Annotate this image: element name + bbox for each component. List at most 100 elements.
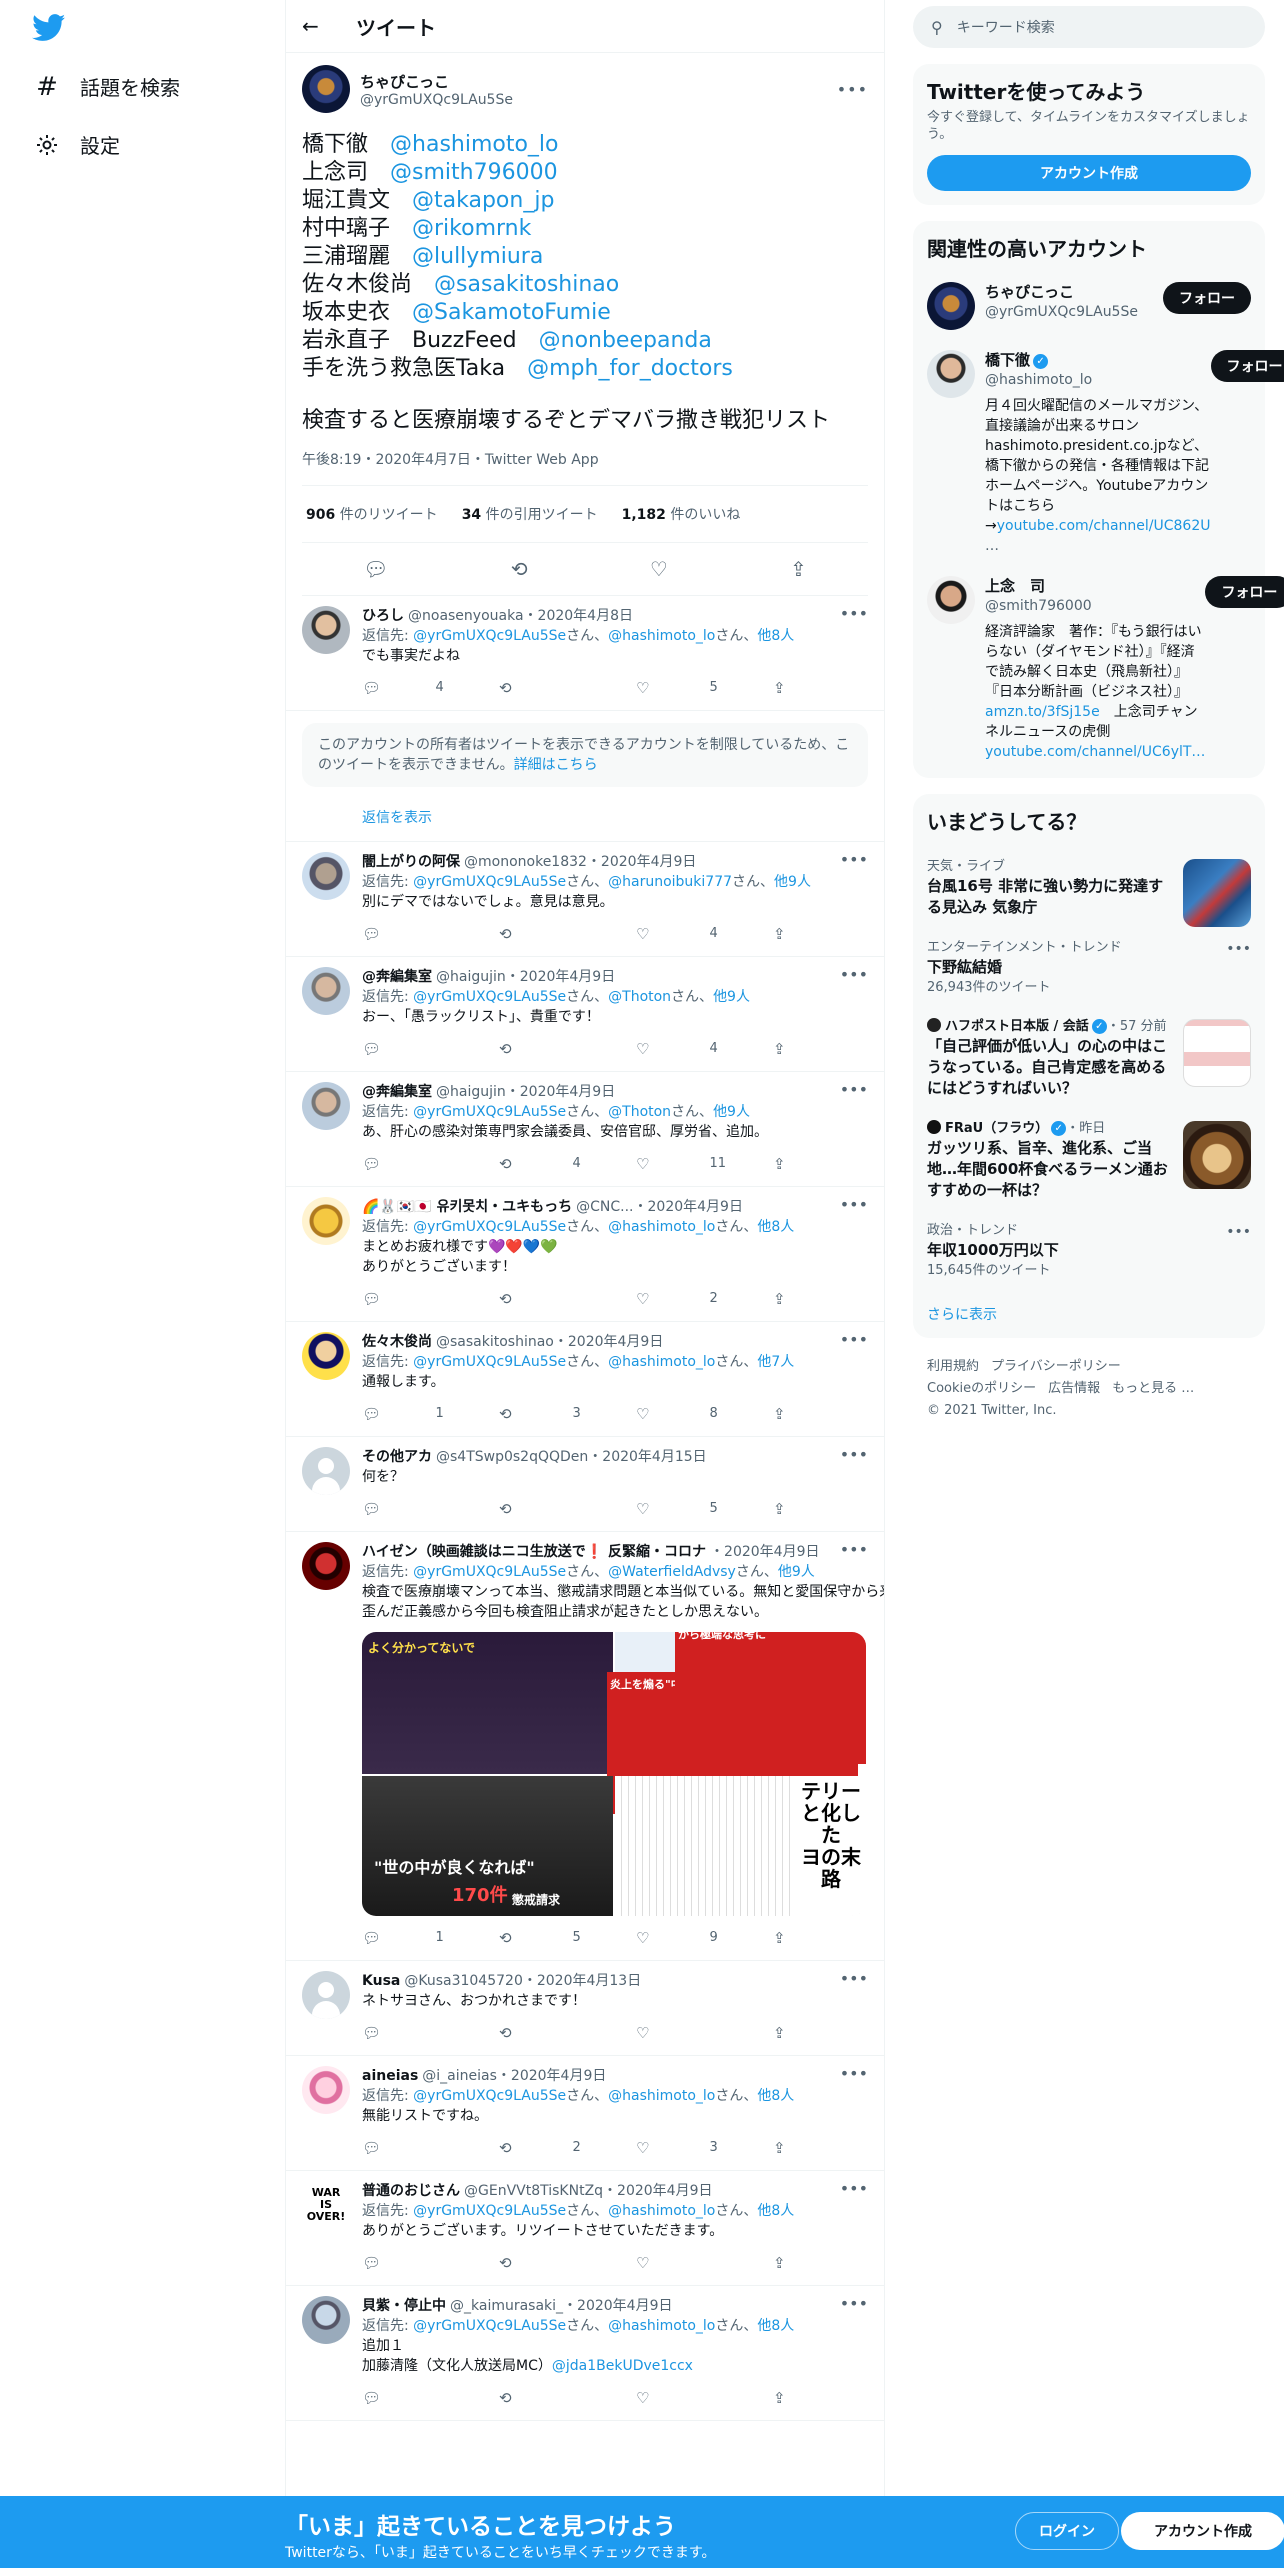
retweet-button[interactable]: ⟲: [499, 678, 636, 698]
retweet-icon[interactable]: ⟲: [511, 557, 528, 581]
others-link[interactable]: 他7人: [757, 1354, 794, 1370]
reply-author-name[interactable]: @奔編集室: [362, 967, 432, 987]
mention-link[interactable]: @yrGmUXQc9LAu5Se: [413, 1354, 566, 1370]
show-replies-link[interactable]: 返信を表示: [286, 799, 884, 842]
mention-link[interactable]: @yrGmUXQc9LAu5Se: [413, 628, 566, 644]
like-button[interactable]: ♡ 5: [636, 1499, 773, 1519]
back-arrow-icon[interactable]: ←: [302, 14, 332, 38]
trend-item[interactable]: エンターテインメント・トレンド 下野紘結婚 26,943件のツイート •••: [913, 928, 1265, 1007]
mention-link[interactable]: @smith796000: [390, 160, 558, 185]
like-button[interactable]: ♡ 4: [636, 924, 773, 944]
bio-link[interactable]: amzn.to/3fSj15e: [985, 704, 1100, 720]
reply-author-handle[interactable]: @noasenyouaka: [408, 606, 524, 626]
more-options-icon[interactable]: •••: [1226, 1223, 1251, 1242]
mention-link[interactable]: @mph_for_doctors: [527, 356, 733, 381]
avatar[interactable]: [302, 852, 350, 900]
reply-author-handle[interactable]: @_kaimurasaki_: [450, 2296, 563, 2316]
reply-tweet[interactable]: 闇上がりの阿保 @mononoke1832 ・2020年4月9日 返信先: @yrGm…: [286, 842, 884, 957]
related-account[interactable]: 橋下徹 ✓ @hashimoto_lo 月４回火曜配信のメールマガジン、直接議論が…: [913, 342, 1284, 568]
more-options-icon[interactable]: •••: [840, 2294, 868, 2313]
mention-link[interactable]: @yrGmUXQc9LAu5Se: [413, 989, 566, 1005]
reply-button[interactable]: 💬︎ 1: [362, 1928, 499, 1948]
reply-button[interactable]: 💬︎: [362, 1154, 499, 1174]
retweet-button[interactable]: ⟲ 4: [499, 1154, 636, 1174]
avatar[interactable]: [302, 1542, 350, 1590]
learn-more-link[interactable]: 詳細はこちら: [514, 757, 598, 773]
reply-date[interactable]: ・2020年4月9日: [497, 2066, 606, 2086]
avatar[interactable]: [302, 606, 350, 654]
avatar[interactable]: WAR IS OVER!: [302, 2181, 350, 2229]
reply-author-handle[interactable]: @mononoke1832: [464, 852, 587, 872]
more-options-icon[interactable]: •••: [840, 2064, 868, 2083]
mention-link[interactable]: @rikomrnk: [412, 216, 531, 241]
more-options-icon[interactable]: •••: [840, 965, 868, 984]
share-button[interactable]: ⇪: [773, 1928, 884, 1948]
mention-link[interactable]: @yrGmUXQc9LAu5Se: [413, 874, 566, 890]
share-button[interactable]: ⇪: [773, 678, 884, 698]
reply-date[interactable]: ・2020年4月9日: [563, 2296, 672, 2316]
avatar[interactable]: [927, 282, 975, 330]
reply-author-handle[interactable]: @GEnVVt8TisKNtZq: [464, 2181, 603, 2201]
like-count[interactable]: 1,182 件のいいね: [622, 504, 741, 524]
reply-tweet[interactable]: その他アカ @s4TSwp0s2qQQDen ・2020年4月15日 何を？ 💬︎ ⟲ ♡ 5…: [286, 1437, 884, 1532]
like-button[interactable]: ♡ 2: [636, 1289, 773, 1309]
reply-button[interactable]: 💬︎: [362, 1039, 499, 1059]
reply-author-name[interactable]: aineias: [362, 2066, 418, 2086]
reply-tweet[interactable]: WAR IS OVER! 普通のおじさん @GEnVVt8TisKNtZq ・2020年4…: [286, 2171, 884, 2286]
tweet-timestamp[interactable]: 午後8:19・2020年4月7日・Twitter Web App: [302, 449, 868, 486]
reply-tweet[interactable]: Kusa @Kusa31045720 ・2020年4月13日 ネトサヨさん、おつかれさ…: [286, 1961, 884, 2056]
reply-date[interactable]: ・2020年4月8日: [524, 606, 633, 626]
bio-link[interactable]: youtube.com/channel/UC6ylT…: [985, 744, 1205, 760]
avatar[interactable]: [302, 1197, 350, 1245]
reply-date[interactable]: ・2020年4月9日: [506, 1082, 615, 1102]
share-button[interactable]: ⇪: [773, 2138, 884, 2158]
avatar[interactable]: [302, 2296, 350, 2344]
reply-button[interactable]: 💬︎: [362, 1499, 499, 1519]
mention-link[interactable]: @lullymiura: [412, 244, 543, 269]
reply-date[interactable]: ・2020年4月9日: [710, 1542, 819, 1562]
reply-button[interactable]: 💬︎: [362, 924, 499, 944]
retweet-button[interactable]: ⟲: [499, 1499, 636, 1519]
mention-link[interactable]: @harunoibuki777: [608, 874, 732, 890]
reply-button[interactable]: 💬︎ 1: [362, 1404, 499, 1424]
more-options-icon[interactable]: •••: [840, 1080, 868, 1099]
avatar[interactable]: [927, 350, 975, 398]
twitter-logo-icon[interactable]: [32, 14, 66, 42]
reply-date[interactable]: ・2020年4月15日: [588, 1447, 706, 1467]
related-account[interactable]: ちゃぴこっこ @yrGmUXQc9LAu5Se フォロー: [913, 274, 1265, 342]
media-image[interactable]: テリーと化した ヨの末路: [615, 1776, 866, 1916]
retweet-button[interactable]: ⟲: [499, 2388, 636, 2408]
create-account-button[interactable]: アカウント作成: [927, 155, 1251, 191]
retweet-button[interactable]: ⟲: [499, 1039, 636, 1059]
others-link[interactable]: 他8人: [757, 628, 794, 644]
mention-link[interactable]: @WaterfieldAdvsy: [608, 1564, 736, 1580]
share-button[interactable]: ⇪: [773, 924, 884, 944]
reply-author-handle[interactable]: @haigujin: [436, 967, 506, 987]
reply-date[interactable]: ・2020年4月9日: [554, 1332, 663, 1352]
mention-link[interactable]: @Thoton: [608, 989, 671, 1005]
like-button[interactable]: ♡ 8: [636, 1404, 773, 1424]
avatar[interactable]: [302, 65, 350, 113]
reply-button[interactable]: 💬︎ 4: [362, 678, 499, 698]
follow-button[interactable]: フォロー: [1163, 282, 1251, 314]
reply-author-name[interactable]: 普通のおじさん: [362, 2181, 460, 2201]
more-options-icon[interactable]: •••: [840, 2179, 868, 2198]
retweet-button[interactable]: ⟲ 2: [499, 2138, 636, 2158]
mention-link[interactable]: @hashimoto_lo: [608, 1219, 715, 1235]
reply-author-handle[interactable]: @Kusa31045720: [404, 1971, 523, 1991]
mention-link[interactable]: @nonbeepanda: [539, 328, 712, 353]
reply-tweet[interactable]: 貝紫・停止中 @_kaimurasaki_ ・2020年4月9日 返信先: @yrGm…: [286, 2286, 884, 2421]
reply-date[interactable]: ・2020年4月9日: [603, 2181, 712, 2201]
avatar[interactable]: [302, 1332, 350, 1380]
more-options-icon[interactable]: •••: [840, 604, 868, 623]
reply-icon[interactable]: 💬︎: [363, 557, 388, 581]
follow-button[interactable]: フォロー: [1205, 576, 1284, 608]
retweet-button[interactable]: ⟲: [499, 924, 636, 944]
reply-author-handle[interactable]: @haigujin: [436, 1082, 506, 1102]
reply-author-name[interactable]: @奔編集室: [362, 1082, 432, 1102]
more-options-icon[interactable]: •••: [840, 1195, 868, 1214]
reply-date[interactable]: ・2020年4月9日: [506, 967, 615, 987]
mention-link[interactable]: @yrGmUXQc9LAu5Se: [413, 2088, 566, 2104]
reply-tweet[interactable]: @奔編集室 @haigujin ・2020年4月9日 返信先: @yrGmUXQc9L…: [286, 1072, 884, 1187]
mention-link[interactable]: @SakamotoFumie: [412, 300, 611, 325]
